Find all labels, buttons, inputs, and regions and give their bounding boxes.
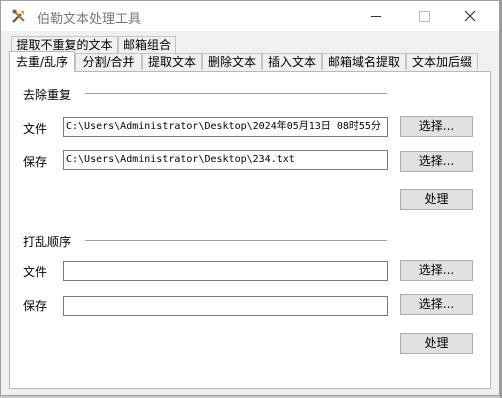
shuffle-save-select-button[interactable]: 选择...	[400, 294, 473, 315]
dedupe-save-input[interactable]: C:\Users\Administrator\Desktop\234.txt	[63, 150, 388, 170]
dedupe-file-select-button[interactable]: 选择...	[400, 116, 473, 137]
shuffle-file-select-button[interactable]: 选择...	[400, 260, 473, 281]
tab-email-domain-extract[interactable]: 邮箱域名提取	[322, 53, 406, 70]
close-icon	[464, 10, 476, 22]
tab-panel-dedupe-shuffle: 去除重复 文件 C:\Users\Administrator\Desktop\2…	[9, 71, 491, 389]
tab-extract-text[interactable]: 提取文本	[142, 53, 202, 70]
minimize-button[interactable]	[353, 1, 399, 31]
tab-add-suffix[interactable]: 文本加后缀	[406, 53, 478, 70]
tab-email-combine[interactable]: 邮箱组合	[118, 36, 176, 53]
tools-icon	[12, 9, 25, 23]
dedupe-save-label: 保存	[23, 155, 48, 169]
shuffle-save-input[interactable]	[63, 296, 388, 316]
shuffle-file-input[interactable]	[63, 261, 388, 281]
window-title: 伯勒文本处理工具	[37, 12, 142, 27]
tab-split-merge[interactable]: 分割/合并	[75, 53, 142, 70]
shuffle-save-label: 保存	[23, 299, 48, 313]
close-button[interactable]	[447, 1, 493, 31]
shuffle-section-divider	[85, 240, 387, 241]
tab-delete-text[interactable]: 删除文本	[202, 53, 262, 70]
tab-dedupe-shuffle[interactable]: 去重/乱序	[9, 51, 75, 72]
dedupe-section-title: 去除重复	[23, 88, 72, 102]
dedupe-process-button[interactable]: 处理	[400, 189, 473, 210]
shuffle-file-label: 文件	[23, 265, 48, 279]
app-window: 伯勒文本处理工具 提取不重复的文本 邮箱组合 去重/乱序 分割/合并 提取文本 …	[0, 0, 500, 396]
shuffle-section-title: 打乱顺序	[23, 235, 72, 249]
dedupe-save-select-button[interactable]: 选择...	[400, 151, 473, 172]
shuffle-process-button[interactable]: 处理	[400, 333, 473, 354]
dedupe-file-input[interactable]: C:\Users\Administrator\Desktop\2024年05月1…	[63, 117, 388, 137]
maximize-icon	[418, 10, 430, 22]
minimize-icon	[371, 15, 381, 17]
tab-insert-text[interactable]: 插入文本	[262, 53, 322, 70]
dedupe-file-label: 文件	[23, 122, 48, 136]
dedupe-section-divider	[85, 93, 387, 94]
maximize-button[interactable]	[401, 1, 447, 31]
title-bar[interactable]: 伯勒文本处理工具	[1, 1, 499, 31]
